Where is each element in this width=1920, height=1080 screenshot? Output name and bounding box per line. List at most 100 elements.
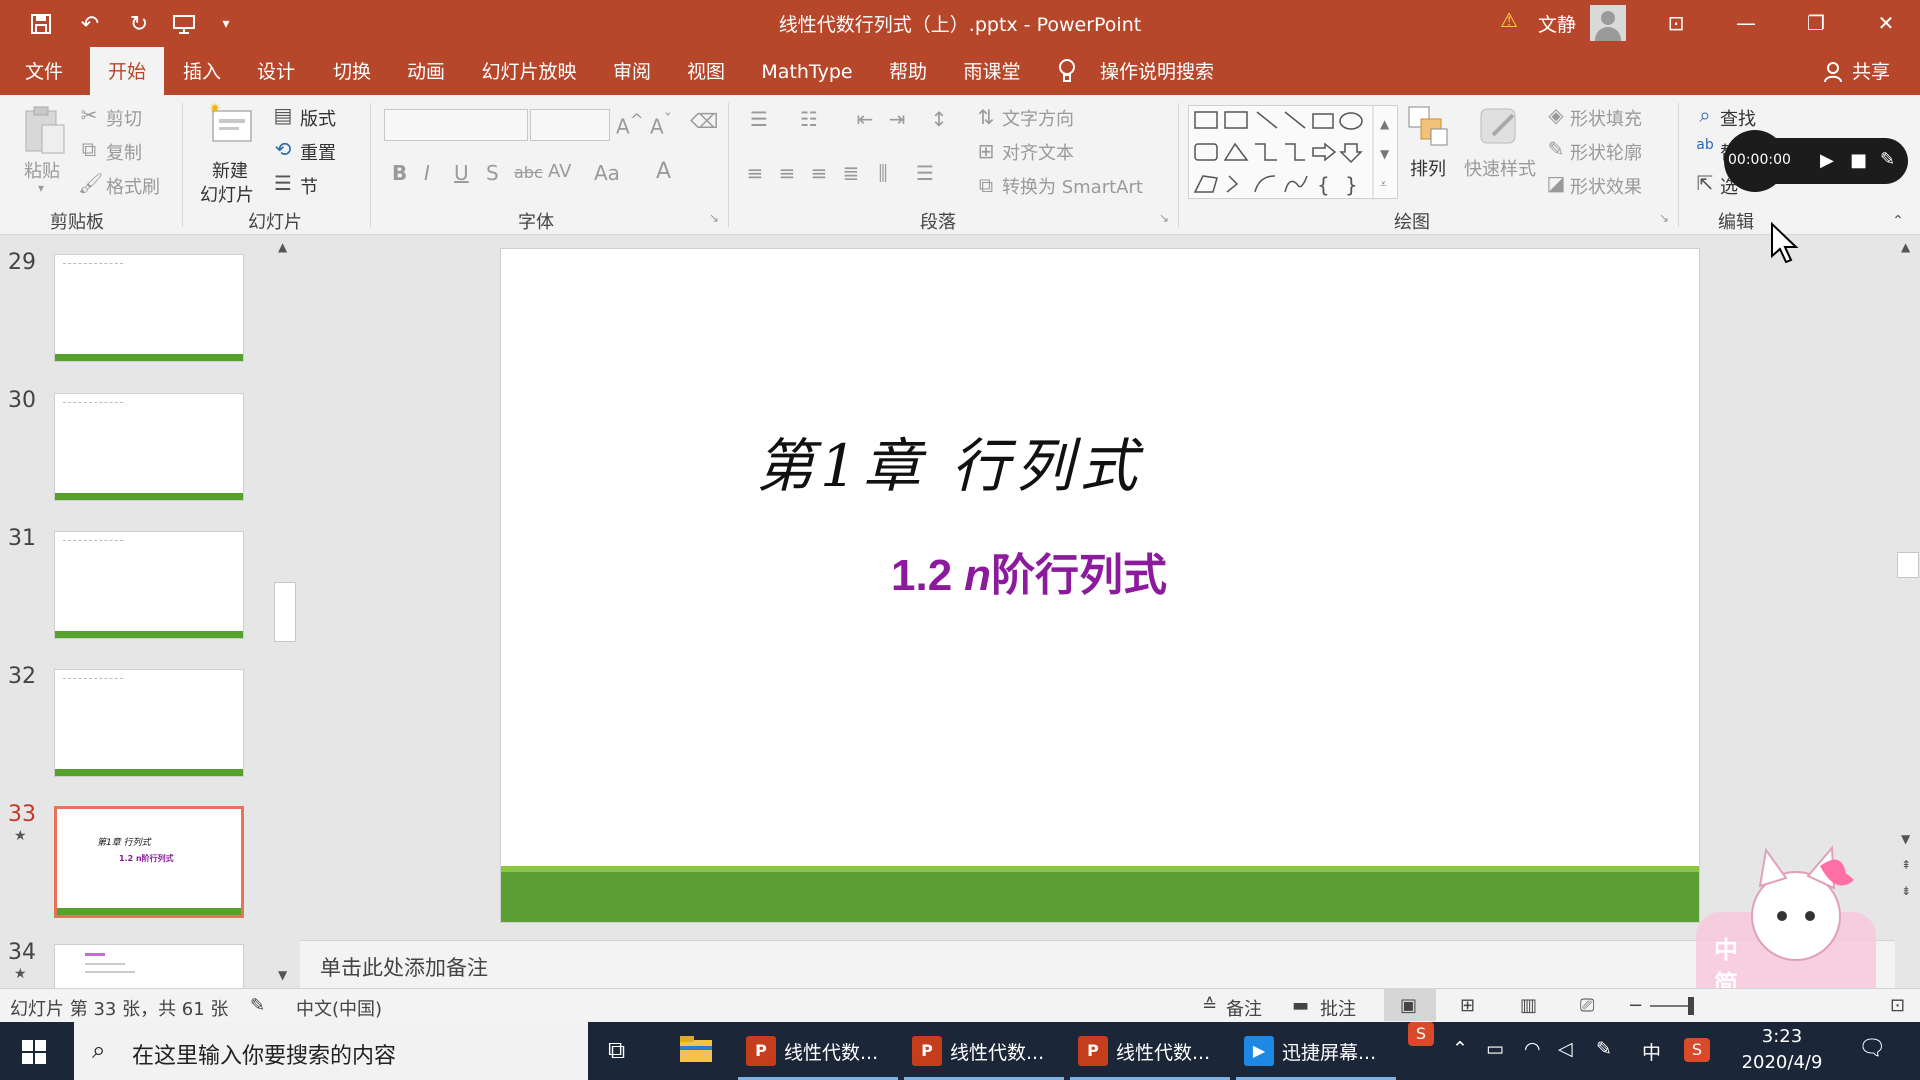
increase-indent-icon[interactable]: ⇥: [884, 107, 910, 131]
battery-icon[interactable]: ▭: [1486, 1038, 1504, 1060]
language-status[interactable]: 中文(中国): [296, 995, 382, 1021]
reset-button[interactable]: 重置: [300, 139, 336, 165]
reading-view-icon[interactable]: ▥: [1520, 995, 1537, 1016]
user-name[interactable]: 文静: [1538, 10, 1576, 37]
decrease-indent-icon[interactable]: ⇤: [852, 107, 878, 131]
sogou-ime-icon[interactable]: S: [1408, 1022, 1434, 1046]
tab-mathtype[interactable]: MathType: [752, 47, 862, 95]
pen-icon[interactable]: ✎: [1880, 149, 1895, 170]
change-case-button[interactable]: Aa: [594, 161, 620, 185]
scroll-up-icon[interactable]: ▲: [278, 240, 287, 254]
file-explorer-icon[interactable]: [680, 1036, 712, 1068]
minimize-button[interactable]: —: [1726, 8, 1766, 38]
new-slide-label-2[interactable]: 幻灯片: [200, 181, 254, 207]
font-name-combo[interactable]: [384, 109, 528, 141]
tab-animations[interactable]: 动画: [394, 47, 458, 95]
slide-thumbnail-32[interactable]: [54, 669, 244, 777]
taskbar-search[interactable]: ⌕ 在这里输入你要搜索的内容: [74, 1022, 588, 1080]
notes-toggle[interactable]: 备注: [1226, 995, 1262, 1021]
bullets-icon[interactable]: ☰: [742, 107, 776, 131]
tab-review[interactable]: 审阅: [600, 47, 664, 95]
taskbar-app-powerpoint-2[interactable]: P 线性代数...: [904, 1022, 1064, 1080]
bold-button[interactable]: B: [392, 161, 407, 185]
align-text-button[interactable]: 对齐文本: [1002, 139, 1074, 165]
font-dialog-launcher-icon[interactable]: ↘: [706, 211, 722, 225]
font-size-combo[interactable]: [530, 109, 610, 141]
input-language-indicator[interactable]: 中: [1642, 1038, 1661, 1065]
convert-smartart-button[interactable]: 转换为 SmartArt: [1002, 173, 1143, 199]
scroll-thumb[interactable]: [274, 582, 296, 642]
avatar[interactable]: [1590, 5, 1626, 41]
new-slide-icon[interactable]: ✷: [206, 101, 256, 153]
format-painter-button[interactable]: 格式刷: [106, 173, 160, 199]
slide-subtitle[interactable]: 1.2 n阶行列式: [891, 539, 1167, 603]
paste-dropdown-icon[interactable]: ▾: [38, 181, 44, 195]
tab-home[interactable]: 开始: [90, 47, 164, 95]
slide-thumbnail-31[interactable]: [54, 531, 244, 639]
slideshow-view-icon[interactable]: ⎚: [1580, 995, 1594, 1016]
lightbulb-icon[interactable]: [1052, 47, 1082, 95]
shadow-button[interactable]: S: [486, 161, 499, 185]
layout-icon[interactable]: ▤: [272, 103, 294, 127]
scroll-thumb[interactable]: [1897, 552, 1919, 578]
zoom-slider[interactable]: [1650, 1005, 1690, 1007]
shape-effects-icon[interactable]: ◪: [1544, 171, 1568, 195]
customize-icon[interactable]: ▾: [214, 10, 238, 38]
network-icon[interactable]: ◠: [1524, 1038, 1541, 1060]
show-hidden-icons-icon[interactable]: ⌃: [1452, 1038, 1468, 1060]
comments-icon[interactable]: ▬: [1292, 995, 1309, 1016]
shapes-gallery[interactable]: {} ▲ ▼ ⩡: [1188, 105, 1398, 200]
comments-toggle[interactable]: 批注: [1320, 995, 1356, 1021]
align-text-icon[interactable]: ⊞: [974, 139, 998, 163]
tab-rain-classroom[interactable]: 雨课堂: [956, 47, 1028, 95]
clear-formatting-icon[interactable]: ⌫: [690, 109, 718, 133]
slide-thumbnail-34[interactable]: [54, 944, 244, 988]
slide-canvas[interactable]: 第1章 行列式 1.2 n阶行列式: [500, 248, 1700, 923]
screen-recorder-widget[interactable]: 00:00:00 ▶ ■ ✎: [1724, 130, 1908, 192]
layout-button[interactable]: 版式: [300, 105, 336, 131]
warning-icon[interactable]: ⚠: [1500, 8, 1518, 32]
shape-effects-button[interactable]: 形状效果: [1570, 173, 1642, 199]
numbering-icon[interactable]: ☷: [792, 107, 826, 131]
align-left-icon[interactable]: ≡: [742, 161, 768, 185]
grow-font-icon[interactable]: A^: [616, 111, 644, 139]
char-spacing-button[interactable]: AV: [548, 161, 571, 182]
sogou-tray-icon[interactable]: S: [1684, 1038, 1710, 1062]
shape-outline-button[interactable]: 形状轮廓: [1570, 139, 1642, 165]
pen-workspace-icon[interactable]: ✎: [1596, 1038, 1612, 1060]
quick-styles-button[interactable]: 快速样式: [1464, 155, 1536, 181]
notes-placeholder[interactable]: 单击此处添加备注: [320, 952, 488, 982]
scroll-up-icon[interactable]: ▲: [1901, 240, 1910, 254]
tab-help[interactable]: 帮助: [876, 47, 940, 95]
find-button[interactable]: 查找: [1720, 105, 1756, 131]
previous-slide-icon[interactable]: ⇞: [1901, 858, 1911, 872]
tab-view[interactable]: 视图: [674, 47, 738, 95]
slide-thumbnail-29[interactable]: [54, 254, 244, 362]
share-person-icon[interactable]: [1818, 47, 1848, 95]
windows-start-icon[interactable]: [22, 1040, 46, 1068]
line-spacing-icon[interactable]: ↕: [924, 107, 954, 131]
replace-icon[interactable]: ab: [1692, 137, 1718, 153]
fit-to-window-icon[interactable]: ⊡: [1890, 995, 1905, 1016]
cut-button[interactable]: 剪切: [106, 105, 142, 131]
clock-date[interactable]: 2020/4/9: [1734, 1052, 1830, 1073]
smartart-icon[interactable]: ⧉: [974, 173, 998, 197]
taskbar-app-powerpoint-3[interactable]: P 线性代数...: [1070, 1022, 1230, 1080]
italic-button[interactable]: I: [424, 161, 430, 185]
scroll-down-icon[interactable]: ▼: [1901, 832, 1910, 846]
scroll-down-icon[interactable]: ▼: [278, 968, 287, 982]
collapse-ribbon-icon[interactable]: ⌃: [1888, 213, 1908, 229]
align-center-icon[interactable]: ≡: [774, 161, 800, 185]
volume-icon[interactable]: ◁: [1558, 1038, 1573, 1060]
slide-sorter-icon[interactable]: ⊞: [1460, 995, 1475, 1016]
close-button[interactable]: ✕: [1866, 8, 1906, 38]
task-view-icon[interactable]: ⧉: [608, 1036, 625, 1064]
section-button[interactable]: 节: [300, 173, 318, 199]
stop-icon[interactable]: ■: [1850, 150, 1867, 171]
section-icon[interactable]: ☰: [272, 171, 294, 195]
tab-slideshow[interactable]: 幻灯片放映: [474, 47, 584, 95]
distributed-icon[interactable]: ⫼: [870, 161, 896, 185]
copy-button[interactable]: 复制: [106, 139, 142, 165]
font-color-button[interactable]: A: [656, 159, 671, 184]
ribbon-display-icon[interactable]: ⊡: [1656, 8, 1696, 38]
